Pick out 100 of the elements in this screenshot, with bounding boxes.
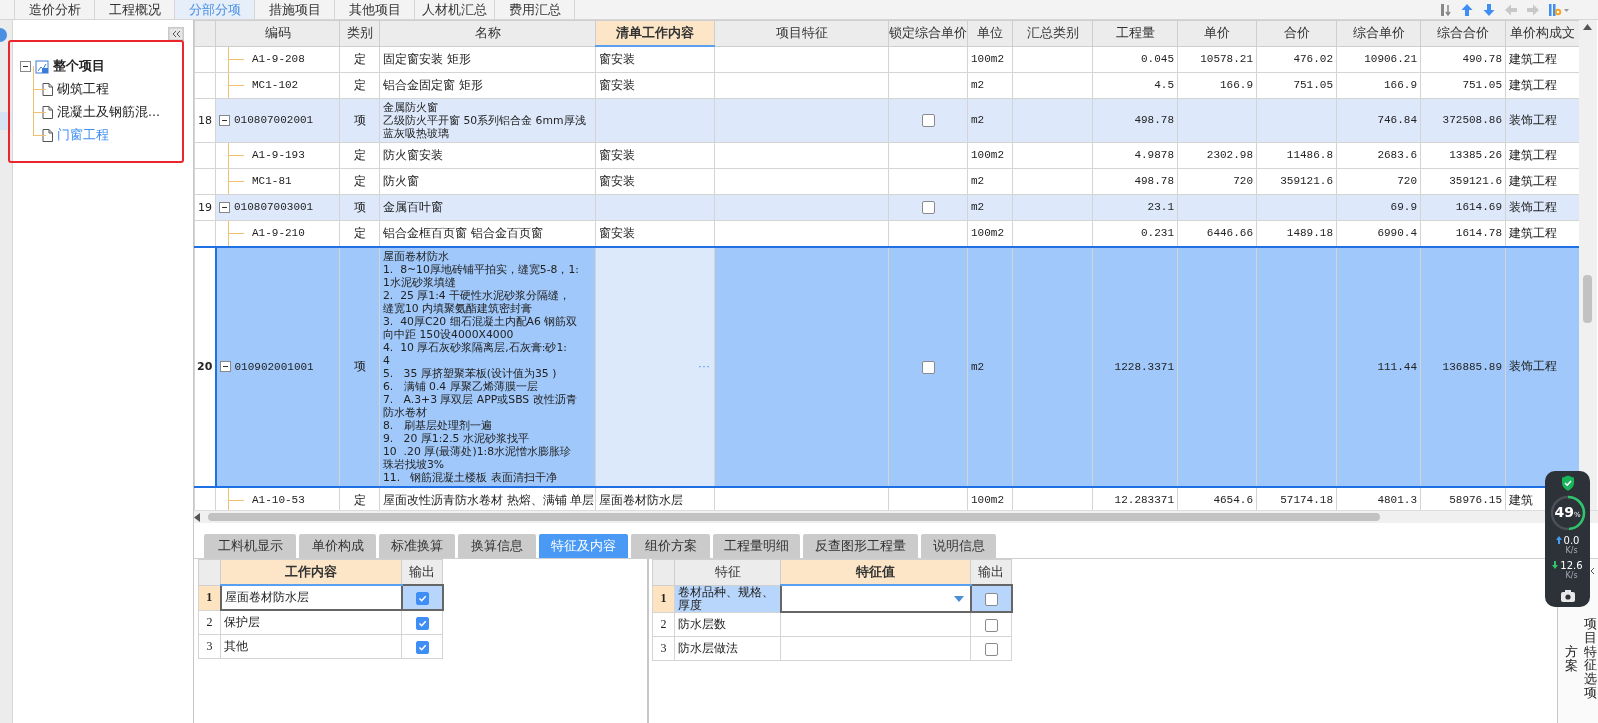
- table-cell: 1228.3371: [1092, 246, 1178, 487]
- collapse-icon[interactable]: [168, 27, 184, 41]
- column-header[interactable]: 类别: [339, 20, 380, 46]
- column-header[interactable]: 编码: [215, 20, 340, 46]
- column-header[interactable]: 汇总类别: [1012, 20, 1093, 46]
- table-cell: 13385.26: [1420, 142, 1506, 168]
- table-cell[interactable]: 保护层: [220, 610, 402, 635]
- table-row[interactable]: 18 010807002001 项 金属防火窗 乙级防火平开窗 50系列铝合金 6mm厚浅 蓝灰吸热玻璃 m2 498.78 746.84 372508.86 装饰工程: [194, 98, 1579, 142]
- tree-item[interactable]: 整个项目: [53, 58, 105, 75]
- column-header[interactable]: 输出: [401, 559, 443, 585]
- scroll-up-icon[interactable]: [1583, 24, 1592, 30]
- table-row[interactable]: MC1-81 定 防火窗 窗安装 m2 498.78 720 359121.6 720 359121.6 建筑工程: [194, 168, 1579, 194]
- checkbox[interactable]: [984, 642, 998, 656]
- column-header[interactable]: 单价: [1177, 20, 1257, 46]
- side-tab[interactable]: 项目特征选项: [1583, 617, 1596, 700]
- settings-icon[interactable]: [1548, 2, 1570, 17]
- scrollbar[interactable]: [1579, 20, 1597, 510]
- tree-item[interactable]: 砌筑工程: [57, 81, 109, 98]
- tab[interactable]: 换算信息: [458, 534, 536, 558]
- down-arrow-icon[interactable]: [1482, 2, 1496, 17]
- table-row[interactable]: A1-9-193 定 防火窗安装 窗安装 100m2 4.9878 2302.98 11486.8 2683.6 13385.26 建筑工程: [194, 142, 1579, 168]
- tab[interactable]: 工程量明细: [713, 534, 800, 558]
- checkbox[interactable]: [415, 640, 429, 654]
- column-header[interactable]: 工程量: [1092, 20, 1178, 46]
- scroll-thumb[interactable]: [208, 513, 1380, 521]
- download-icon: [1552, 561, 1559, 569]
- table-row[interactable]: MC1-102 定 铝合金固定窗 矩形 窗安装 m2 4.5 166.9 751.05 166.9 751.05 建筑工程: [194, 72, 1579, 98]
- table-cell: 100m2: [967, 46, 1013, 72]
- column-header[interactable]: 清单工作内容: [595, 20, 715, 46]
- collapse-toggle[interactable]: [20, 61, 31, 72]
- table-cell: 23.1: [1092, 194, 1178, 220]
- table-row[interactable]: [194, 246, 1579, 487]
- checkbox[interactable]: [921, 114, 935, 127]
- up-arrow-icon[interactable]: [1460, 2, 1474, 17]
- text-line: 1水泥砂浆填缝: [383, 275, 457, 289]
- text-line: 8. 刷基层处理剂一遍: [383, 418, 493, 432]
- sort-icon[interactable]: [1440, 2, 1452, 17]
- text-line: 蓝灰吸热玻璃: [383, 126, 450, 140]
- tab[interactable]: 说明信息: [921, 534, 996, 558]
- column-header[interactable]: 综合合价: [1420, 20, 1506, 46]
- camera-icon[interactable]: [1559, 589, 1576, 603]
- checkbox[interactable]: [984, 592, 998, 606]
- table-cell: 1614.69: [1420, 194, 1506, 220]
- table-cell: 防火窗安装: [379, 142, 596, 168]
- checkbox[interactable]: [921, 201, 935, 214]
- text-line: 9. 20 厚1:2.5 水泥砂浆找平: [383, 431, 530, 445]
- column-header[interactable]: 项目特征: [714, 20, 889, 46]
- column-header[interactable]: 合价: [1256, 20, 1337, 46]
- checkbox[interactable]: [921, 360, 935, 374]
- table-cell: MC1-81: [215, 168, 340, 194]
- tab[interactable]: 标准换算: [379, 534, 455, 558]
- tab[interactable]: 单价构成: [299, 534, 376, 558]
- text-line: 6. 满铺 0.4 厚聚乙烯薄膜一层: [383, 379, 539, 393]
- upload-icon: [1555, 536, 1562, 544]
- column-header[interactable]: 锁定综合单价: [888, 20, 968, 46]
- table-cell: 窗安装: [595, 46, 715, 72]
- collapse-toggle[interactable]: [219, 361, 231, 372]
- table-cell: m2: [967, 72, 1013, 98]
- table-cell: 10906.21: [1336, 46, 1421, 72]
- checkbox[interactable]: [984, 618, 998, 632]
- tab[interactable]: 反查图形工程量: [803, 534, 918, 558]
- tab[interactable]: 组价方案: [631, 534, 710, 558]
- table-cell: 定: [339, 46, 380, 72]
- rate-unit: K/s: [1565, 571, 1578, 581]
- text-line: 1. 8~10厚地砖铺平拍实，缝宽5-8，1:: [383, 262, 580, 276]
- table-cell: MC1-102: [215, 72, 340, 98]
- table-cell: 定: [339, 142, 380, 168]
- checkbox[interactable]: [415, 616, 429, 630]
- table-cell: 窗安装: [595, 142, 715, 168]
- table-cell: 720: [1336, 168, 1421, 194]
- dropdown-arrow-icon[interactable]: [953, 595, 964, 602]
- table-cell: 装饰工程: [1505, 98, 1579, 142]
- table-cell: 4.5: [1092, 72, 1178, 98]
- table-row[interactable]: A1-9-208 定 固定窗安装 矩形 窗安装 100m2 0.045 10578.21 476.02 10906.21 490.78 建筑工程: [194, 46, 1579, 72]
- document-icon: [42, 106, 53, 119]
- column-header[interactable]: 名称: [379, 20, 596, 46]
- row-number: 3: [198, 634, 221, 659]
- table-cell: 746.84: [1336, 98, 1421, 142]
- tree-item[interactable]: 门窗工程: [57, 127, 109, 144]
- column-header[interactable]: 单价构成文: [1505, 20, 1579, 46]
- table-cell: 防水层数: [674, 612, 781, 637]
- table-cell[interactable]: 其他: [220, 634, 402, 659]
- side-tab[interactable]: 方案: [1565, 645, 1578, 700]
- table-row[interactable]: 19 010807003001 项 金属百叶窗 m2 23.1 69.9 1614.69 装饰工程: [194, 194, 1579, 220]
- tab[interactable]: 工料机显示: [204, 534, 296, 558]
- column-header[interactable]: 工作内容: [220, 559, 402, 585]
- text-line: 金属防火窗: [383, 100, 439, 114]
- collapse-toggle[interactable]: [219, 114, 230, 126]
- gauge-track: [1550, 495, 1585, 531]
- scroll-thumb[interactable]: [1583, 275, 1592, 323]
- column-header[interactable]: 综合单价: [1336, 20, 1421, 46]
- column-header[interactable]: 单位: [967, 20, 1013, 46]
- tree-item[interactable]: 混凝土及钢筋混...: [57, 104, 160, 121]
- column-header[interactable]: 特征: [674, 559, 781, 585]
- collapse-toggle[interactable]: [219, 201, 230, 213]
- table-cell: 136885.89: [1420, 246, 1506, 487]
- table-cell[interactable]: 屋面卷材防水层: [220, 585, 402, 610]
- checkbox[interactable]: [415, 591, 429, 605]
- column-header[interactable]: 特征值: [780, 559, 971, 585]
- column-header[interactable]: 输出: [970, 559, 1012, 585]
